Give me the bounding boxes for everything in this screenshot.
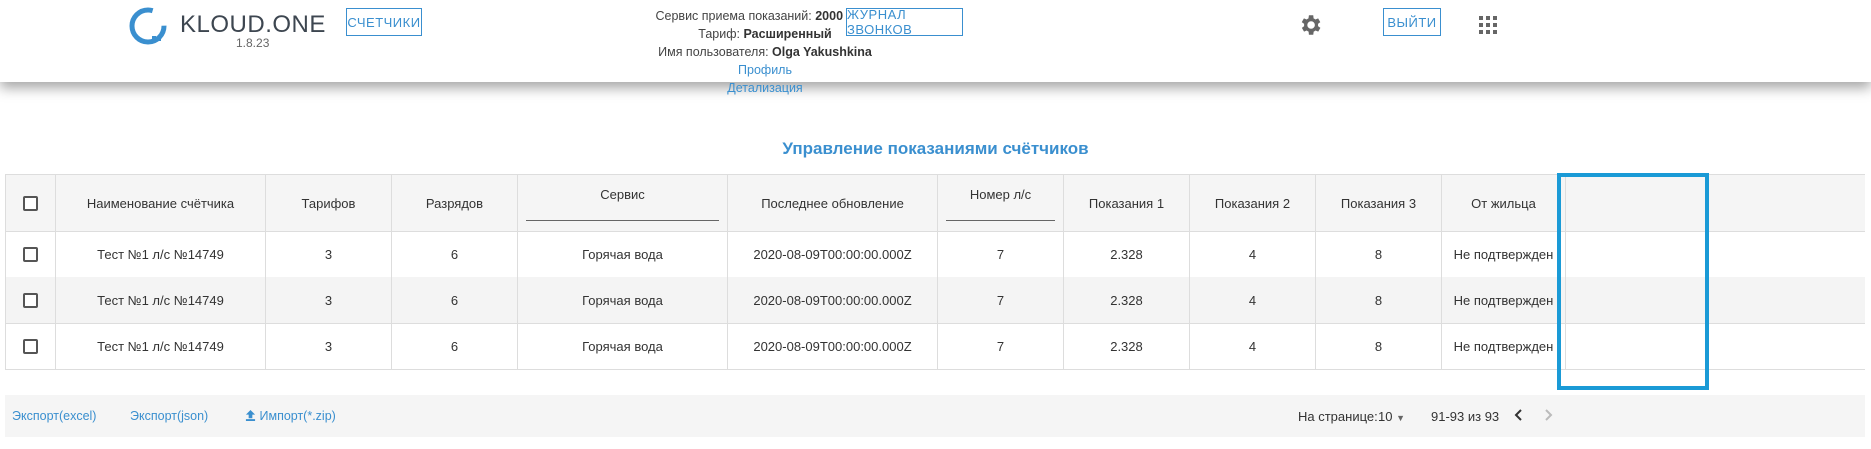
import-zip-label: Импорт(*.zip) — [259, 409, 336, 423]
chevron-down-icon: ▼ — [1396, 413, 1406, 423]
column-header[interactable]: Наименование счётчика — [55, 175, 265, 231]
column-header[interactable]: Показания 2 — [1189, 175, 1315, 231]
table-cell: Тест №1 л/с №14749 — [55, 323, 265, 369]
table-cell: Не подтвержден — [1441, 277, 1566, 323]
row-checkbox[interactable] — [5, 277, 55, 323]
select-all-checkbox[interactable] — [5, 175, 55, 231]
table-cell: 7 — [937, 277, 1063, 323]
table-row[interactable]: Тест №1 л/с №14749 3 6 Горячая вода 2020-08-… — [5, 277, 1865, 324]
tariff-label: Тариф: — [698, 27, 740, 41]
table-row[interactable]: Тест №1 л/с №14749 3 6 Горячая вода 2020-08-… — [5, 231, 1865, 278]
column-header: Сервис — [600, 187, 645, 202]
logo: KLOUD.ONE 1.8.23 — [129, 4, 325, 52]
table-cell: Тест №1 л/с №14749 — [55, 231, 265, 277]
column-header[interactable]: Последнее обновление — [727, 175, 937, 231]
logo-ring-icon — [129, 7, 167, 45]
table-cell: Горячая вода — [517, 323, 727, 369]
column-header[interactable]: Разрядов — [391, 175, 517, 231]
table-cell: 2.328 — [1063, 323, 1189, 369]
column-header[interactable]: Тарифов — [265, 175, 391, 231]
export-excel-link[interactable]: Экспорт(excel) — [12, 409, 96, 423]
row-checkbox[interactable] — [5, 231, 55, 277]
import-zip-link[interactable]: Импорт(*.zip) — [245, 409, 336, 423]
column-header[interactable]: От жильца — [1441, 175, 1566, 231]
table-cell: 2020-08-09T00:00:00.000Z — [727, 231, 937, 277]
table-cell: Горячая вода — [517, 231, 727, 277]
table-row[interactable]: Тест №1 л/с №14749 3 6 Горячая вода 2020-08-… — [5, 323, 1865, 370]
tariff-value: Расширенный — [743, 27, 832, 41]
column-header[interactable]: Показания 1 — [1063, 175, 1189, 231]
user-value: Olga Yakushkina — [772, 45, 872, 59]
export-json-link[interactable]: Экспорт(json) — [130, 409, 208, 423]
table-cell: 3 — [265, 277, 391, 323]
table-cell: 8 — [1315, 277, 1441, 323]
logo-text: KLOUD.ONE — [180, 11, 326, 38]
table-cell: Не подтвержден — [1441, 231, 1566, 277]
table-cell: 7 — [937, 231, 1063, 277]
details-link[interactable]: Детализация — [620, 79, 910, 97]
column-header: Номер л/с — [969, 187, 1032, 202]
table-cell: 6 — [391, 277, 517, 323]
table-cell: 4 — [1189, 231, 1315, 277]
upload-icon — [245, 410, 256, 421]
rows-per-page-select[interactable]: 10 ▼ — [1378, 409, 1405, 424]
table-cell: 4 — [1189, 323, 1315, 369]
rows-per-page-value: 10 — [1378, 409, 1393, 424]
table-cell: 6 — [391, 231, 517, 277]
service-filter-column[interactable]: Сервис — [517, 175, 727, 231]
table-cell: 2.328 — [1063, 277, 1189, 323]
meters-table: Наименование счётчика Тарифов Разрядов С… — [5, 174, 1865, 394]
profile-link[interactable]: Профиль — [620, 61, 910, 79]
page-title: Управление показаниями счётчиков — [782, 139, 1089, 158]
rows-per-page-label: На странице: — [1298, 409, 1378, 424]
table-header-row: Наименование счётчика Тарифов Разрядов С… — [5, 174, 1865, 232]
account-filter-input[interactable] — [946, 220, 1055, 221]
column-header[interactable]: Показания 3 — [1315, 175, 1441, 231]
table-cell: 2020-08-09T00:00:00.000Z — [727, 323, 937, 369]
table-cell: 3 — [265, 231, 391, 277]
table-cell: 4 — [1189, 277, 1315, 323]
table-cell: 8 — [1315, 231, 1441, 277]
service-filter-input[interactable] — [526, 220, 719, 221]
pagination-range: 91-93 из 93 — [1431, 409, 1500, 424]
logout-button[interactable]: ВЫЙТИ — [1383, 8, 1441, 36]
call-log-button[interactable]: ЖУРНАЛ ЗВОНКОВ — [846, 7, 963, 37]
row-checkbox[interactable] — [5, 323, 55, 369]
account-filter-column[interactable]: Номер л/с — [937, 175, 1063, 231]
service-label: Сервис приема показаний: — [655, 9, 812, 23]
table-cell: 2.328 — [1063, 231, 1189, 277]
meters-button[interactable]: СЧЕТЧИКИ — [346, 8, 422, 36]
table-cell: 7 — [937, 323, 1063, 369]
table-footer: Экспорт(excel) Экспорт(json) Импорт(*.zi… — [5, 395, 1865, 437]
apps-grid-icon[interactable] — [1478, 15, 1498, 35]
user-label: Имя пользователя: — [658, 45, 769, 59]
prev-page-icon[interactable] — [1512, 408, 1526, 422]
next-page-icon[interactable] — [1541, 408, 1555, 422]
table-cell: 3 — [265, 323, 391, 369]
table-cell: 6 — [391, 323, 517, 369]
table-cell: Тест №1 л/с №14749 — [55, 277, 265, 323]
table-cell: Горячая вода — [517, 277, 727, 323]
gear-icon[interactable] — [1297, 12, 1323, 38]
app-header: KLOUD.ONE 1.8.23 СЧЕТЧИКИ Сервис приема … — [0, 0, 1871, 95]
table-cell: Не подтвержден — [1441, 323, 1566, 369]
app-version: 1.8.23 — [236, 36, 270, 50]
table-cell: 2020-08-09T00:00:00.000Z — [727, 277, 937, 323]
table-cell: 8 — [1315, 323, 1441, 369]
